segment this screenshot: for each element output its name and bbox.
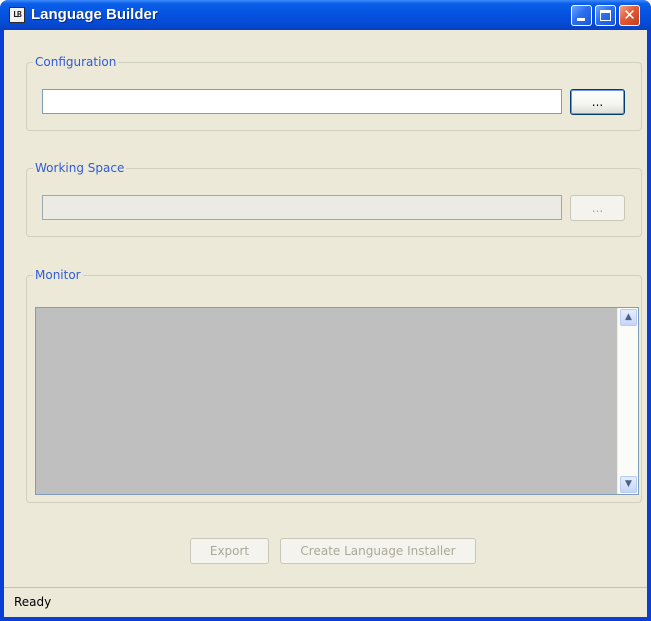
configuration-browse-button[interactable]: ... — [570, 89, 625, 115]
maximize-icon — [600, 10, 611, 21]
configuration-legend: Configuration — [33, 55, 119, 69]
configuration-path-field[interactable] — [42, 89, 562, 114]
status-text: Ready — [14, 595, 52, 609]
scroll-up-button[interactable]: ▲ — [620, 309, 637, 326]
minimize-button[interactable] — [571, 5, 592, 26]
app-window: LB Language Builder ✕ Configuration ... … — [0, 0, 651, 621]
chevron-up-icon: ▲ — [625, 312, 632, 322]
client-area: Configuration ... Working Space ... Moni… — [4, 30, 647, 617]
working-space-browse-button: ... — [570, 195, 625, 221]
window-title: Language Builder — [31, 6, 158, 23]
close-button[interactable]: ✕ — [619, 5, 640, 26]
status-bar: Ready — [4, 587, 647, 617]
monitor-scrollbar[interactable]: ▲ ▼ — [617, 308, 638, 494]
app-icon: LB — [9, 7, 25, 23]
chevron-down-icon: ▼ — [625, 479, 632, 489]
export-button: Export — [190, 538, 269, 564]
create-language-installer-button: Create Language Installer — [280, 538, 476, 564]
monitor-log-area[interactable]: ▲ ▼ — [35, 307, 639, 495]
minimize-icon — [577, 18, 585, 21]
working-space-path-field — [42, 195, 562, 220]
working-space-legend: Working Space — [33, 161, 127, 175]
title-bar[interactable]: LB Language Builder ✕ — [0, 0, 651, 30]
scroll-down-button[interactable]: ▼ — [620, 476, 637, 493]
maximize-button[interactable] — [595, 5, 616, 26]
monitor-legend: Monitor — [33, 268, 83, 282]
close-icon: ✕ — [623, 6, 636, 24]
